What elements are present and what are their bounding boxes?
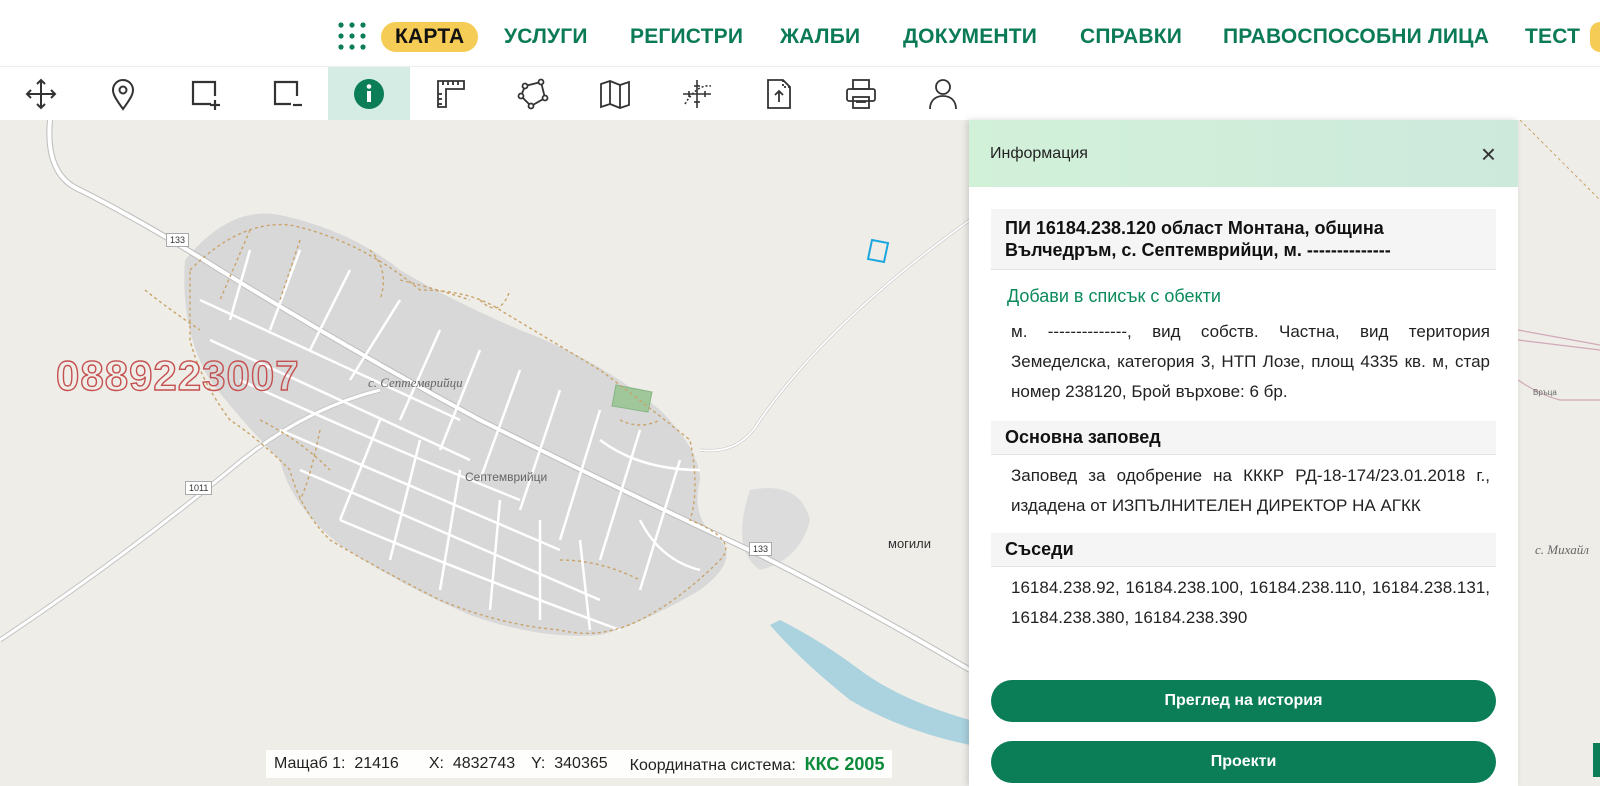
neighbors-section-title: Съседи	[991, 533, 1496, 567]
info-panel-header: Информация ×	[969, 120, 1518, 187]
user-tool[interactable]	[902, 67, 984, 121]
location-pin-icon	[111, 79, 135, 111]
mogili-label: могили	[888, 536, 932, 551]
projects-button[interactable]: Проекти	[991, 741, 1496, 783]
nav-item-karta[interactable]: КАРТА	[381, 22, 479, 52]
phone-watermark: 0889223007	[55, 351, 300, 399]
neighbors-text: 16184.238.92, 16184.238.100, 16184.238.1…	[1011, 578, 1490, 627]
order-text: Заповед за одобрение на КККР РД-18-174/2…	[1011, 466, 1490, 515]
scale-readout: Мащаб 1: 21416	[266, 755, 407, 773]
x-label: X:	[428, 755, 444, 772]
zoom-out-box-tool[interactable]	[246, 67, 328, 121]
nav-item-pravosposobni-litsa[interactable]: ПРАВОСПОСОБНИ ЛИЦА	[1223, 22, 1489, 52]
map-layers-tool[interactable]	[574, 67, 656, 121]
nav-item-registri[interactable]: РЕГИСТРИ	[630, 22, 743, 52]
parcel-heading: ПИ 16184.238.120 област Монтана, община …	[991, 209, 1496, 270]
village-label-serif: с. Септември̃йци	[368, 375, 463, 390]
print-tool[interactable]	[820, 67, 902, 121]
info-panel: Информация × ПИ 16184.238.120 област Мон…	[969, 120, 1518, 786]
y-label: Y:	[531, 755, 546, 772]
crs-value[interactable]: ККС 2005	[805, 754, 885, 774]
crs-label: Координатна система:	[629, 756, 796, 774]
vrytsa-label: Връца	[1533, 388, 1557, 397]
order-section-title: Основна заповед	[991, 421, 1496, 455]
road-badge-1011: 1011	[185, 481, 213, 495]
village-label: Септемврийци	[465, 470, 548, 484]
nav-item-dokumenti[interactable]: ДОКУМЕНТИ	[903, 22, 1037, 52]
coordinates-icon	[683, 80, 712, 108]
coordinates-tool[interactable]	[656, 67, 738, 121]
zoom-out-box-icon	[273, 80, 302, 107]
user-icon	[929, 79, 957, 110]
upload-file-icon	[767, 79, 791, 109]
add-to-list-link[interactable]: Добави в списък с обекти	[991, 270, 1496, 317]
measure-tool[interactable]	[410, 67, 492, 121]
info-panel-title: Информация	[990, 144, 1088, 162]
crs-readout: Координатна система: ККС 2005	[622, 754, 893, 775]
scale-value: 21416	[354, 755, 399, 772]
road-badge-133-north: 133	[166, 233, 190, 247]
nav-item-zhalbi[interactable]: ЖАЛБИ	[780, 22, 860, 52]
location-tool[interactable]	[82, 67, 164, 121]
zoom-in-box-tool[interactable]	[164, 67, 246, 121]
user-badge[interactable]	[1590, 22, 1600, 52]
nav-item-test[interactable]: ТЕСТ	[1525, 22, 1580, 52]
print-icon	[846, 79, 876, 109]
top-navigation: КАРТА УСЛУГИ РЕГИСТРИ ЖАЛБИ ДОКУМЕНТИ СП…	[0, 0, 1600, 66]
nav-item-uslugi[interactable]: УСЛУГИ	[504, 22, 588, 52]
scale-label: Мащаб 1:	[274, 755, 346, 772]
info-icon	[354, 79, 384, 109]
ruler-icon	[437, 80, 465, 108]
parcel-description: м. --------------, вид собств. Частна, в…	[1011, 322, 1490, 401]
y-readout: Y: 340365	[523, 755, 616, 773]
zoom-in-box-icon	[191, 80, 220, 110]
move-tool[interactable]	[0, 67, 82, 121]
info-panel-body: ПИ 16184.238.120 област Монтана, община …	[969, 187, 1518, 637]
apps-grid-icon[interactable]	[337, 21, 367, 51]
upload-tool[interactable]	[738, 67, 820, 121]
close-icon[interactable]: ×	[1481, 141, 1496, 167]
map-status-bar: Мащаб 1: 21416 X: 4832743 Y: 340365 Коор…	[266, 750, 893, 778]
y-value: 340365	[554, 755, 608, 772]
polygon-tool[interactable]	[492, 67, 574, 121]
map-layers-icon	[600, 80, 630, 109]
map-toolbar	[0, 66, 1600, 121]
move-icon	[25, 78, 57, 110]
mihaylovo-label: с. Михайл	[1535, 542, 1589, 557]
road-badge-133-south: 133	[749, 542, 773, 556]
x-readout: X: 4832743	[421, 755, 523, 773]
nav-item-spravki[interactable]: СПРАВКИ	[1080, 22, 1182, 52]
info-tool[interactable]	[328, 67, 410, 121]
history-button[interactable]: Преглед на история	[991, 680, 1496, 722]
polygon-icon	[517, 78, 549, 110]
side-scroll-tab[interactable]	[1593, 743, 1600, 777]
x-value: 4832743	[452, 755, 516, 772]
